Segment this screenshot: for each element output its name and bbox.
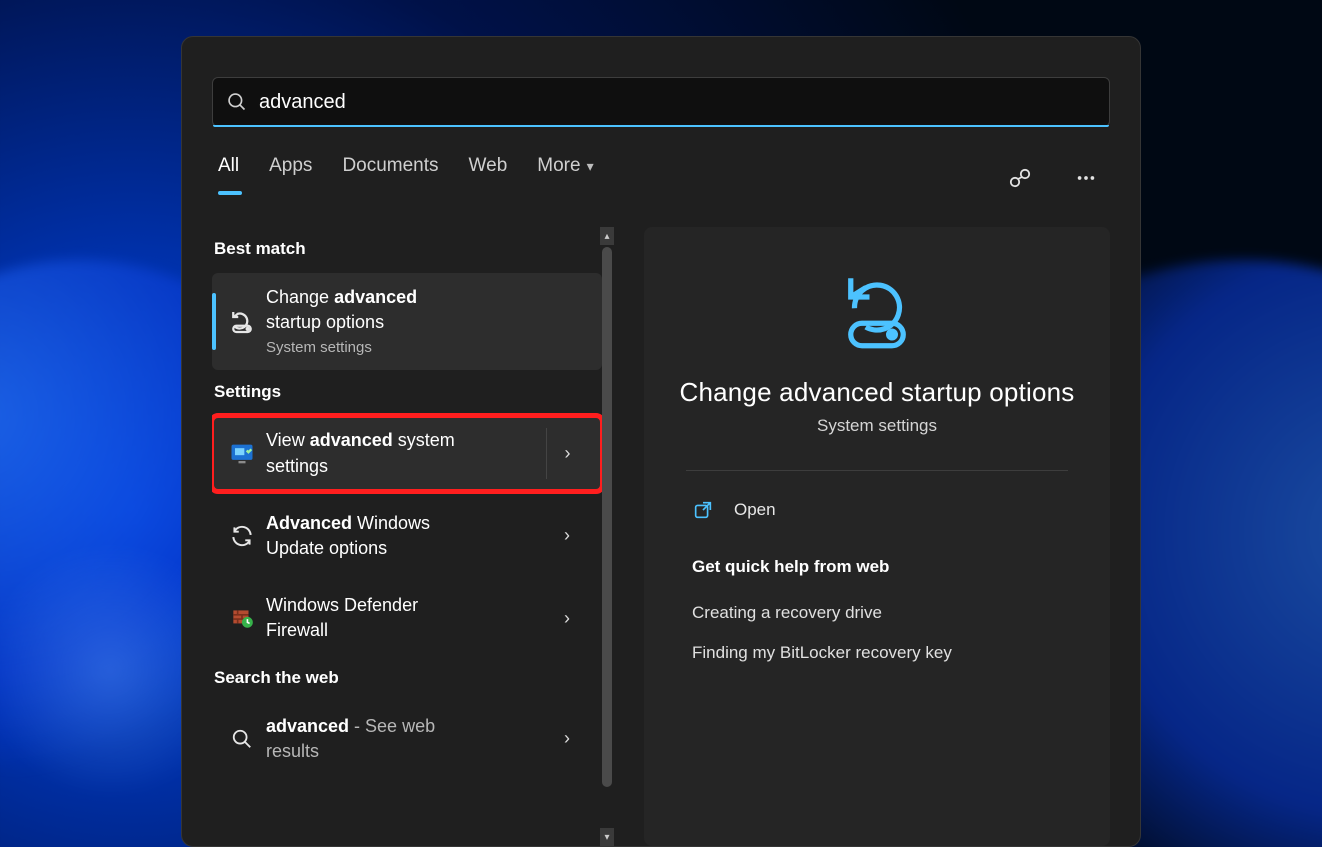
search-input[interactable] bbox=[259, 91, 1095, 114]
tab-apps[interactable]: Apps bbox=[269, 155, 312, 201]
recovery-icon bbox=[218, 307, 266, 337]
section-best-match: Best match bbox=[214, 239, 602, 259]
tab-more[interactable]: More ▾ bbox=[537, 155, 593, 201]
tab-label: More bbox=[537, 155, 580, 176]
results-list: Best match Change advanced startup optio… bbox=[212, 227, 602, 846]
search-icon bbox=[218, 728, 266, 750]
result-label: Advanced Windows Update options bbox=[266, 511, 538, 561]
tab-web[interactable]: Web bbox=[469, 155, 508, 201]
result-label: Windows Defender Firewall bbox=[266, 593, 538, 643]
result-label: advanced - See web results bbox=[266, 714, 538, 764]
tab-label: Apps bbox=[269, 155, 312, 176]
tab-label: Web bbox=[469, 155, 508, 176]
section-settings: Settings bbox=[214, 382, 602, 402]
chevron-down-icon: ▾ bbox=[587, 158, 594, 174]
search-box[interactable] bbox=[212, 77, 1110, 127]
chevron-right-icon[interactable]: › bbox=[546, 593, 588, 643]
result-advanced-windows-update[interactable]: Advanced Windows Update options › bbox=[212, 499, 602, 573]
detail-title: Change advanced startup options bbox=[674, 377, 1080, 408]
chevron-right-icon[interactable]: › bbox=[546, 511, 588, 561]
quick-link-recovery-drive[interactable]: Creating a recovery drive bbox=[674, 593, 1080, 633]
scroll-up-button[interactable]: ▴ bbox=[600, 227, 614, 245]
tab-all[interactable]: All bbox=[218, 155, 239, 201]
start-search-panel: All Apps Documents Web More ▾ Best match bbox=[181, 36, 1141, 847]
filter-tabs: All Apps Documents Web More ▾ bbox=[218, 155, 1104, 201]
result-web-advanced[interactable]: advanced - See web results › bbox=[212, 702, 602, 776]
section-search-web: Search the web bbox=[214, 668, 602, 688]
scroll-down-button[interactable]: ▾ bbox=[600, 828, 614, 846]
scroll-thumb[interactable] bbox=[602, 247, 612, 787]
result-label: Change advanced startup options System s… bbox=[266, 285, 588, 358]
tab-documents[interactable]: Documents bbox=[342, 155, 438, 201]
refresh-icon bbox=[218, 523, 266, 549]
tab-label: Documents bbox=[342, 155, 438, 176]
firewall-shield-icon bbox=[218, 605, 266, 631]
open-external-icon bbox=[692, 499, 714, 521]
detail-pane: Change advanced startup options System s… bbox=[644, 227, 1110, 846]
search-tools-button[interactable] bbox=[1002, 160, 1038, 196]
quick-help-heading: Get quick help from web bbox=[692, 557, 1062, 577]
search-icon bbox=[227, 92, 247, 112]
chevron-right-icon[interactable]: › bbox=[546, 714, 588, 764]
results-scrollbar[interactable]: ▴ ▾ bbox=[600, 227, 614, 846]
result-change-advanced-startup[interactable]: Change advanced startup options System s… bbox=[212, 273, 602, 370]
open-action[interactable]: Open bbox=[674, 493, 1080, 527]
more-options-button[interactable] bbox=[1068, 160, 1104, 196]
result-view-advanced-system-settings[interactable]: View advanced system settings › bbox=[212, 416, 602, 490]
result-windows-defender-firewall[interactable]: Windows Defender Firewall › bbox=[212, 581, 602, 655]
chevron-right-icon[interactable]: › bbox=[546, 428, 588, 478]
monitor-icon bbox=[218, 440, 266, 468]
tab-label: All bbox=[218, 155, 239, 176]
detail-subtitle: System settings bbox=[674, 416, 1080, 436]
recovery-icon bbox=[674, 267, 1080, 357]
result-label: View advanced system settings bbox=[266, 428, 538, 478]
quick-link-bitlocker-key[interactable]: Finding my BitLocker recovery key bbox=[674, 633, 1080, 673]
divider bbox=[686, 470, 1068, 471]
open-label: Open bbox=[734, 500, 776, 520]
